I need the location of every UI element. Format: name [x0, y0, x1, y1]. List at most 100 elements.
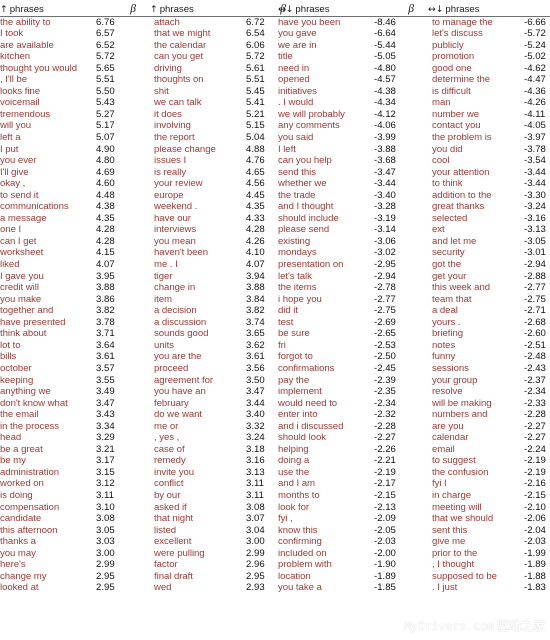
table-row: i hope you -2.77 team that -2.75: [278, 294, 550, 306]
phrase-cell: good one: [432, 62, 472, 74]
beta-cell: -2.00: [374, 547, 396, 559]
phrase-cell: team that: [432, 293, 472, 305]
phrase-cell: you have an: [154, 386, 206, 398]
table-row: forgot to -2.50 funny -2.48: [278, 351, 550, 363]
beta-cell: 4.28: [96, 235, 115, 247]
phrase-cell: funny: [432, 351, 456, 363]
phrase-table-1-2: ↑ phrases β ↑ phrases β the ability to 6.76…: [0, 4, 300, 594]
beta-cell: -2.10: [524, 501, 546, 513]
beta-cell: -2.33: [524, 397, 546, 409]
phrase-cell: know this: [278, 524, 318, 536]
table-row: you take a -1.85 . I just -1.83: [278, 582, 550, 594]
table-row: need in -4.80 good one -4.62: [278, 63, 550, 75]
table-row: I gave you 3.95 tiger 3.94: [0, 271, 300, 283]
table-row: tremendous 5.27 it does 5.21: [0, 109, 300, 121]
beta-cell: 4.90: [96, 143, 115, 155]
table-row: we will probably -4.12 number we -4.11: [278, 109, 550, 121]
phrase-cell: change in: [154, 282, 196, 294]
phrase-cell: in charge: [432, 489, 472, 501]
column-header-phrases-3: ↔↓ phrases: [278, 4, 374, 17]
phrase-cell: I left: [278, 143, 296, 155]
table-row: anything we 3.49 you have an 3.47: [0, 386, 300, 398]
phrase-cell: did it: [278, 305, 298, 317]
table-row: compensation 3.10 asked if 3.08: [0, 502, 300, 514]
beta-cell: -1.99: [524, 547, 546, 559]
beta-cell: -4.36: [524, 85, 546, 97]
table-row: implement -2.35 resolve -2.34: [278, 386, 550, 398]
beta-cell: -2.26: [374, 443, 396, 455]
beta-cell: 4.48: [96, 189, 115, 201]
phrase-cell: are you: [432, 420, 464, 432]
phrase-cell: give me: [432, 536, 466, 548]
phrase-cell: we can talk: [154, 97, 202, 109]
table-row: title -5.05 promotion -5.02: [278, 51, 550, 63]
beta-cell: 3.34: [96, 420, 115, 432]
phrase-cell: I gave you: [0, 270, 44, 282]
table-row: mondays -3.02 security -3.01: [278, 247, 550, 259]
beta-cell: 5.43: [96, 97, 115, 109]
beta-cell: -3.28: [374, 201, 396, 213]
beta-cell: 4.28: [96, 224, 115, 236]
phrase-cell: agreement for: [154, 374, 214, 386]
phrase-cell: kitchen: [0, 51, 31, 63]
phrase-cell: implement: [278, 386, 322, 398]
phrase-cell: you gave: [278, 28, 317, 40]
phrase-cell: yours .: [432, 316, 461, 328]
phrase-cell: to think: [432, 178, 463, 190]
beta-cell: -2.60: [524, 328, 546, 340]
phrase-cell: numbers and: [432, 409, 488, 421]
beta-cell: -2.19: [524, 466, 546, 478]
beta-cell: 3.82: [96, 305, 115, 317]
beta-cell: -4.12: [374, 108, 396, 120]
table-row: looks fine 5.50 shit 5.45: [0, 86, 300, 98]
beta-cell: -2.03: [374, 536, 396, 548]
phrase-cell: publicly: [432, 39, 464, 51]
table-row: you ever 4.80 issues I 4.76: [0, 155, 300, 167]
beta-cell: 3.95: [96, 270, 115, 282]
beta-cell: -3.40: [374, 189, 396, 201]
table-row: and I thought -3.28 great thanks -3.24: [278, 201, 550, 213]
table-row: look for -2.13 meeting will -2.10: [278, 502, 550, 514]
column-header-label-1: phrases: [9, 4, 44, 15]
beta-cell: -2.94: [524, 259, 546, 271]
phrase-cell: sent this: [432, 524, 468, 536]
phrase-cell: let's talk: [278, 270, 312, 282]
table-row: and I am -2.17 fyi I -2.16: [278, 478, 550, 490]
beta-cell: -2.88: [524, 270, 546, 282]
beta-cell: -2.34: [374, 397, 396, 409]
table-row: is doing 3.11 by our 3.11: [0, 490, 300, 502]
phrase-cell: be sure: [278, 328, 310, 340]
beta-cell: -2.13: [374, 501, 396, 513]
table-row: you said -3.99 the problem is -3.97: [278, 132, 550, 144]
phrase-cell: we will probably: [278, 108, 345, 120]
phrase-cell: issues I: [154, 155, 187, 167]
table-row: confirming -2.03 give me -2.03: [278, 536, 550, 548]
beta-cell: 2.99: [96, 559, 115, 571]
beta-cell: -2.09: [374, 513, 396, 525]
phrase-cell: forgot to: [278, 351, 313, 363]
table-row: you may 3.00 were pulling 2.99: [0, 548, 300, 560]
phrase-cell: invite you: [154, 466, 195, 478]
beta-cell: -4.06: [374, 120, 396, 132]
phrase-cell: candidate: [0, 513, 42, 525]
phrase-cell: presentation on: [278, 259, 344, 271]
phrase-cell: email: [432, 443, 455, 455]
column-header-beta-4: β: [524, 4, 550, 17]
phrase-cell: interviews: [154, 224, 197, 236]
table-row: credit will 3.88 change in 3.88: [0, 282, 300, 294]
phrase-cell: have presented: [0, 316, 66, 328]
beta-cell: 3.03: [96, 536, 115, 548]
beta-cell: -2.78: [374, 282, 396, 294]
beta-cell: -2.27: [374, 432, 396, 444]
phrase-cell: units: [154, 339, 175, 351]
watermark-cjk-text: 驱动之家: [497, 619, 546, 633]
beta-cell: 3.15: [96, 466, 115, 478]
phrase-cell: final draft: [154, 570, 193, 582]
phrase-cell: were pulling: [154, 547, 205, 559]
beta-cell: -8.46: [374, 16, 396, 28]
phrase-cell: the trade: [278, 189, 316, 201]
beta-cell: -2.15: [374, 489, 396, 501]
phrase-cell: let's discuss: [432, 28, 483, 40]
beta-cell: -2.16: [524, 478, 546, 490]
beta-cell: -2.77: [374, 293, 396, 305]
